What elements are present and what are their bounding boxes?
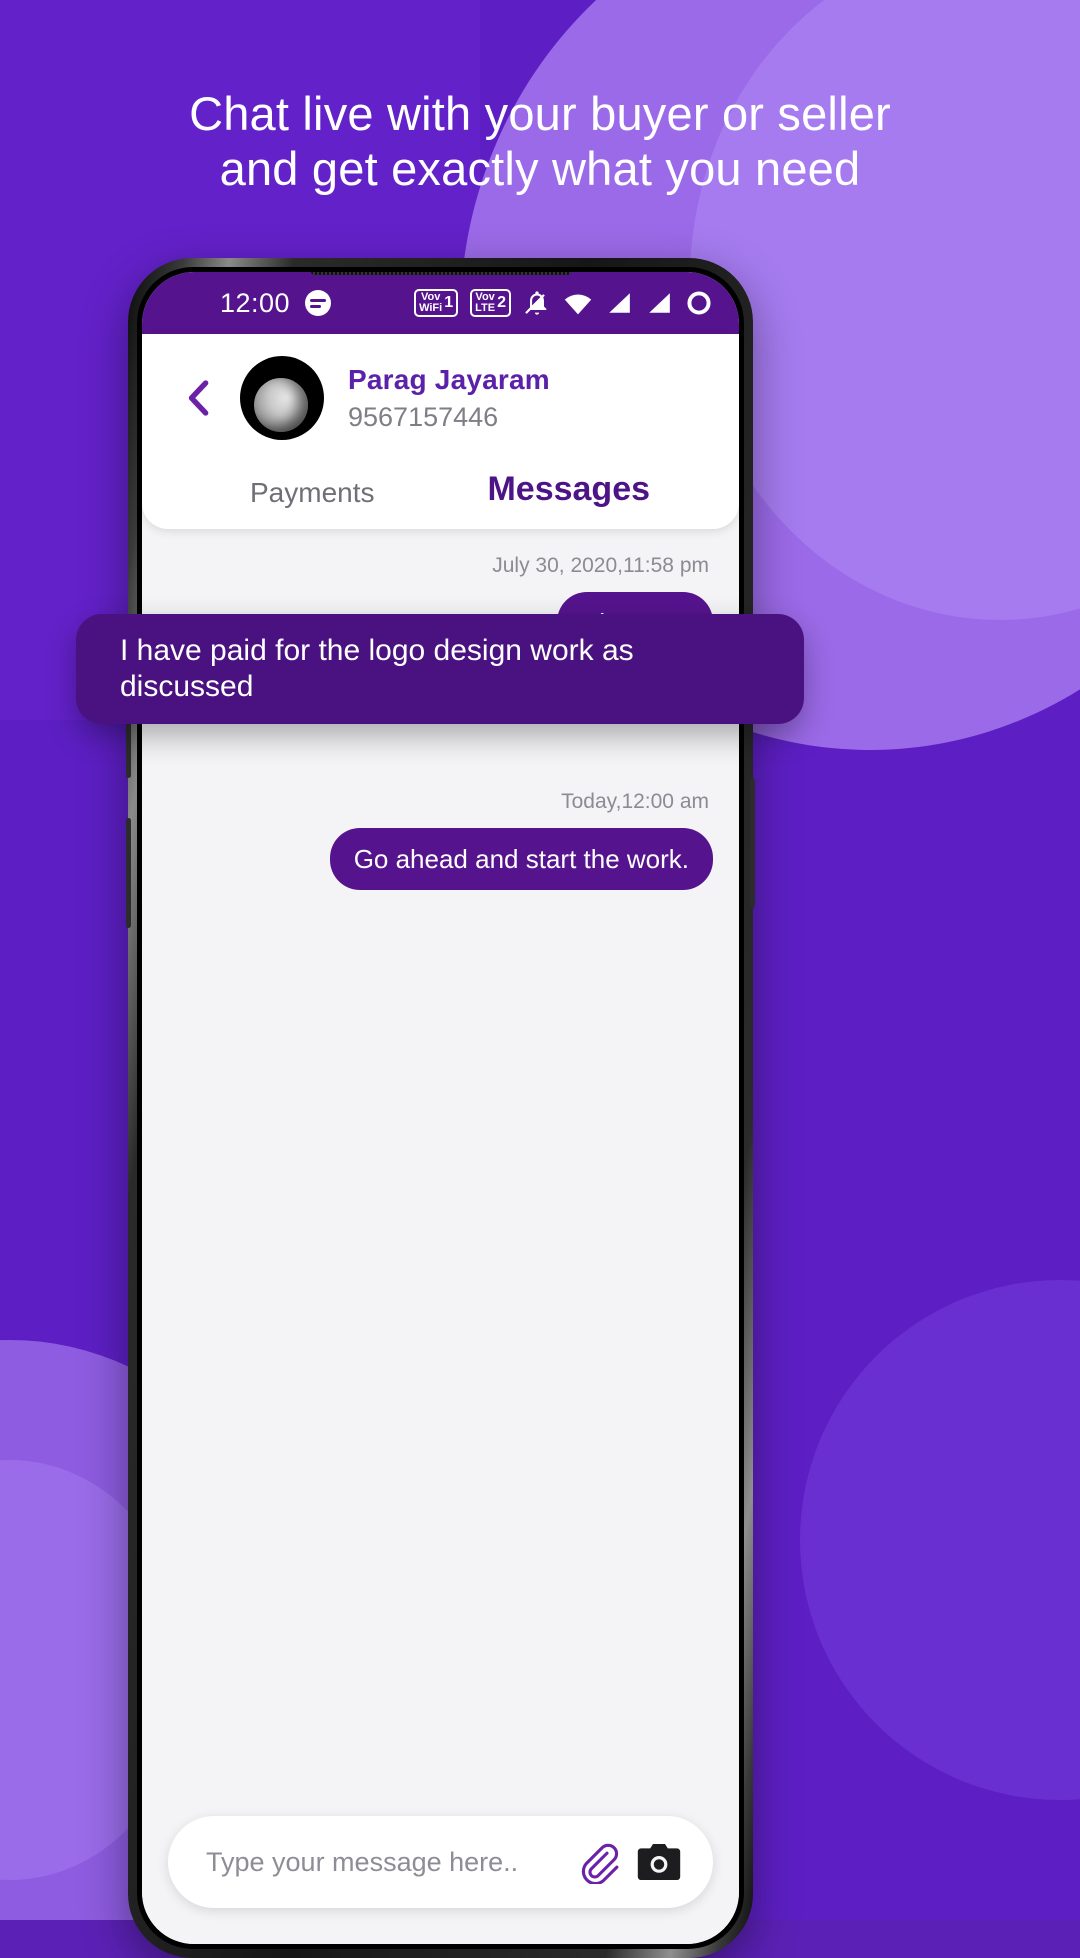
promo-headline: Chat live with your buyer or seller and … <box>0 86 1080 196</box>
chevron-left-icon <box>188 380 209 416</box>
message-timestamp: Today,12:00 am <box>561 790 709 813</box>
message-timestamp: July 30, 2020,11:58 pm <box>492 554 709 577</box>
message-input[interactable] <box>206 1846 560 1878</box>
wifi-icon <box>564 294 592 315</box>
tab-bar: Payments Messages <box>172 440 709 529</box>
status-icons: Voᴠ WiFi 1 Voᴠ LTE 2 <box>414 289 713 317</box>
moon-avatar-image <box>254 378 308 432</box>
contact-row: Parag Jayaram 9567157446 <box>172 356 709 440</box>
attach-button[interactable] <box>574 1835 621 1889</box>
camera-button[interactable] <box>635 1835 683 1889</box>
message-bubble[interactable]: Go ahead and start the work. <box>329 828 713 890</box>
overlay-message-banner: I have paid for the logo design work as … <box>76 614 804 724</box>
vowifi-sim-number: 1 <box>444 294 454 311</box>
chat-area: July 30, 2020,11:58 pm Hi Parag. Today,1… <box>142 530 739 1944</box>
message-input-bar <box>168 1816 713 1908</box>
contact-info: Parag Jayaram 9567157446 <box>348 364 550 433</box>
status-time: 12:00 <box>220 287 291 318</box>
phone-bezel: 12:00 Voᴠ WiFi 1 Voᴠ LTE 2 July 30, 2020… <box>137 267 744 1949</box>
volte-sim-number: 2 <box>497 294 506 311</box>
headline-line-2: and get exactly what you need <box>219 142 861 195</box>
signal-sim2-icon <box>649 293 670 313</box>
bell-muted-icon <box>525 291 547 315</box>
chat-header: Parag Jayaram 9567157446 Payments Messag… <box>142 334 739 529</box>
phone-button-right[interactable] <box>750 778 755 908</box>
overlay-message-text: I have paid for the logo design work as … <box>120 634 634 703</box>
message-row: Go ahead and start the work. <box>168 828 713 890</box>
earpiece-speaker <box>310 272 571 275</box>
contact-name: Parag Jayaram <box>348 363 550 395</box>
camera-icon <box>637 1844 681 1880</box>
volte-icon: Voᴠ LTE 2 <box>470 289 511 317</box>
battery-ring-icon <box>687 291 711 315</box>
back-button[interactable] <box>172 371 226 425</box>
message-bubble-icon <box>305 290 332 316</box>
contact-phone: 9567157446 <box>348 401 499 432</box>
paperclip-icon <box>581 1843 618 1884</box>
phone-screen: 12:00 Voᴠ WiFi 1 Voᴠ LTE 2 July 30, 2020… <box>142 272 739 1944</box>
phone-button-left-2[interactable] <box>126 818 131 928</box>
vowifi-bottom: WiFi <box>419 302 443 314</box>
tab-messages[interactable]: Messages <box>441 470 698 509</box>
phone-button-left-1[interactable] <box>126 718 131 778</box>
signal-sim1-icon <box>609 293 630 313</box>
tab-payments[interactable]: Payments <box>184 477 441 509</box>
phone-mockup: 12:00 Voᴠ WiFi 1 Voᴠ LTE 2 July 30, 2020… <box>126 258 755 1958</box>
volte-bottom: LTE <box>475 302 496 314</box>
vowifi-icon: Voᴠ WiFi 1 <box>414 289 459 317</box>
avatar[interactable] <box>240 356 324 440</box>
headline-line-1: Chat live with your buyer or seller <box>189 87 891 140</box>
background-blob-bottom-right <box>800 1280 1080 1800</box>
status-bar: 12:00 Voᴠ WiFi 1 Voᴠ LTE 2 <box>142 272 739 334</box>
